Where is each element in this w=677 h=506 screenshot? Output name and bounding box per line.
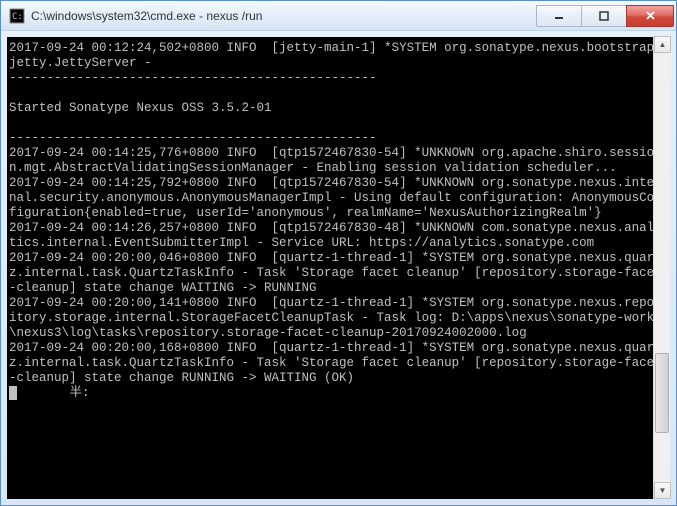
window-controls <box>537 5 674 27</box>
window-title: C:\windows\system32\cmd.exe - nexus /run <box>31 9 537 23</box>
scroll-thumb[interactable] <box>655 353 669 433</box>
minimize-button[interactable] <box>536 5 582 27</box>
titlebar[interactable]: C:\ C:\windows\system32\cmd.exe - nexus … <box>1 1 676 31</box>
prompt-line: 半: <box>17 386 90 400</box>
cmd-window: C:\ C:\windows\system32\cmd.exe - nexus … <box>0 0 677 506</box>
log-line: 2017-09-24 00:12:24,502+0800 INFO [jetty… <box>9 41 662 70</box>
maximize-button[interactable] <box>581 5 627 27</box>
log-line: ----------------------------------------… <box>9 71 377 85</box>
log-line: 2017-09-24 00:20:00,046+0800 INFO [quart… <box>9 251 662 295</box>
log-line: 2017-09-24 00:20:00,168+0800 INFO [quart… <box>9 341 662 385</box>
close-button[interactable] <box>626 5 674 27</box>
cursor <box>9 386 17 400</box>
svg-text:C:\: C:\ <box>12 12 25 22</box>
scroll-up-button[interactable]: ▲ <box>654 36 671 53</box>
vertical-scrollbar[interactable]: ▲ ▼ <box>653 36 670 499</box>
scroll-down-button[interactable]: ▼ <box>654 482 671 499</box>
scroll-track[interactable] <box>654 53 670 482</box>
log-line: 2017-09-24 00:14:25,776+0800 INFO [qtp15… <box>9 146 654 175</box>
log-line: ----------------------------------------… <box>9 131 377 145</box>
terminal-output[interactable]: 2017-09-24 00:12:24,502+0800 INFO [jetty… <box>7 37 670 499</box>
log-line: 2017-09-24 00:20:00,141+0800 INFO [quart… <box>9 296 662 340</box>
log-line: 2017-09-24 00:14:25,792+0800 INFO [qtp15… <box>9 176 662 220</box>
log-line: Started Sonatype Nexus OSS 3.5.2-01 <box>9 101 272 115</box>
cmd-icon: C:\ <box>9 8 25 24</box>
log-line: 2017-09-24 00:14:26,257+0800 INFO [qtp15… <box>9 221 662 250</box>
